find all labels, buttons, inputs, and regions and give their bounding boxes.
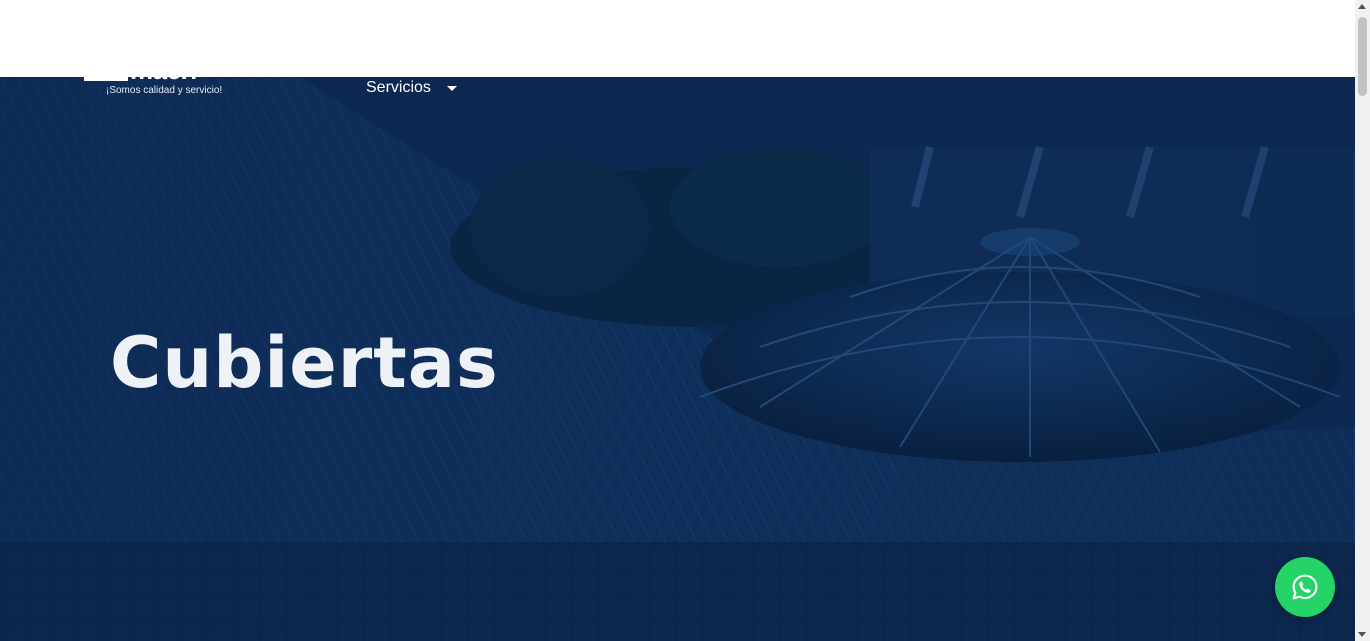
- scrollbar-thumb[interactable]: [1358, 17, 1367, 96]
- site-logo[interactable]: macri ¡Somos calidad y servicio!: [84, 77, 234, 99]
- vertical-scrollbar[interactable]: [1355, 0, 1370, 641]
- page-title: Cubiertas: [110, 322, 499, 404]
- caret-down-icon: [446, 85, 457, 91]
- whatsapp-icon: [1292, 574, 1318, 600]
- whatsapp-chat-button[interactable]: [1275, 557, 1335, 617]
- logo-mark: macri: [84, 77, 224, 85]
- scroll-up-arrow-icon[interactable]: [1358, 4, 1366, 9]
- nav-label: Servicios: [366, 79, 431, 96]
- nav-item-servicios[interactable]: Servicios: [366, 79, 457, 97]
- top-header-bar: [0, 0, 1355, 77]
- scroll-down-arrow-icon[interactable]: [1358, 632, 1366, 637]
- logo-tagline: ¡Somos calidad y servicio!: [106, 85, 223, 96]
